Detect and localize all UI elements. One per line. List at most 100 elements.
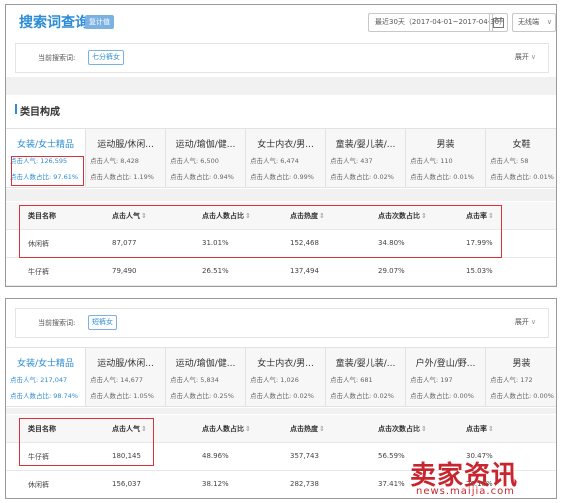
click-popularity: 点击人气: 6,500 [170, 157, 219, 165]
table-cell: 26.51% [202, 267, 229, 275]
category-panel-top: 搜索词查询 复计值 最近30天（2017-04-01~2017-04-30） 无… [5, 4, 557, 287]
click-popularity: 点击人气: 58 [490, 157, 529, 165]
category-name: 户外/登山/野... [415, 359, 476, 369]
table-cell: 31.01% [202, 239, 229, 247]
table-cell: 牛仔裤 [28, 453, 49, 461]
click-share: 点击人数占比: 1.19% [90, 173, 154, 181]
sort-icon[interactable]: ⇕ [488, 425, 494, 433]
click-popularity: 点击人气: 197 [410, 376, 453, 384]
click-share: 点击人数占比: 98.74% [10, 392, 79, 400]
category-name: 运动/瑜伽/健... [175, 359, 236, 369]
category-tab[interactable]: 女装/女士精品 点击人气: 126,595 点击人数占比: 97.61% [6, 129, 86, 187]
table-cell: 152,468 [290, 239, 319, 247]
category-tab[interactable]: 女士内衣/男... 点击人气: 1,026 点击人数占比: 0.02% [246, 348, 326, 406]
table-cell: 79,490 [112, 267, 137, 275]
table-cell: 87,077 [112, 239, 137, 247]
column-header[interactable]: 点击人数占比⇕ [202, 211, 251, 221]
table-cell: 137,494 [290, 267, 319, 275]
table-cell: 156,037 [112, 480, 141, 488]
category-tab[interactable]: 运动服/休闲... 点击人气: 8,428 点击人数占比: 1.19% [86, 129, 166, 187]
table-cell: 休闲裤 [28, 481, 49, 489]
table-header-row: 类目名称 点击人气⇕ 点击人数占比⇕ 点击热度⇕ 点击次数占比⇕ 点击率⇕ [6, 202, 556, 230]
table-cell: 282,738 [290, 480, 319, 488]
terminal-value: 无线端 [518, 18, 539, 26]
click-popularity: 点击人气: 1,026 [250, 376, 299, 384]
column-header[interactable]: 点击人气⇕ [112, 424, 147, 434]
sort-icon[interactable]: ⇕ [319, 212, 325, 220]
category-tab[interactable]: 女鞋点击人气: 58 点击人数占比: 0.01% [486, 129, 556, 187]
header-bar: 搜索词查询 复计值 最近30天（2017-04-01~2017-04-30） 无… [6, 5, 556, 39]
current-search-bar: 当前搜索词: 七分裤女 展开 ∨ [15, 43, 549, 73]
expand-toggle[interactable]: 展开 ∨ [515, 317, 536, 327]
category-name: 男装 [436, 140, 455, 150]
category-name: 女装/女士精品 [16, 140, 75, 150]
column-header[interactable]: 点击热度⇕ [290, 424, 325, 434]
search-term[interactable]: 七分裤女 [88, 50, 124, 65]
category-tab[interactable]: 运动/瑜伽/健... 点击人气: 5,834 点击人数占比: 0.25% [166, 348, 246, 406]
chevron-down-icon: ∨ [530, 318, 536, 326]
click-share: 点击人数占比: 0.01% [490, 173, 554, 181]
category-tab[interactable]: 运动/瑜伽/健... 点击人气: 6,500 点击人数占比: 0.94% [166, 129, 246, 187]
table-cell: 牛仔裤 [28, 268, 49, 276]
expand-toggle[interactable]: 展开 ∨ [515, 52, 536, 62]
table-cell: 38.12% [202, 480, 229, 488]
column-header[interactable]: 点击次数占比⇕ [378, 424, 427, 434]
category-name: 童装/婴儿装/... [335, 359, 396, 369]
category-tab[interactable]: 户外/登山/野... 点击人气: 197 点击人数占比: 0.00% [406, 348, 486, 406]
table-cell: 357,743 [290, 452, 319, 460]
section-title: 类目构成 [15, 103, 60, 118]
sort-icon[interactable]: ⇕ [245, 212, 251, 220]
table-cell: 休闲裤 [28, 240, 49, 248]
category-name: 运动/瑜伽/健... [175, 140, 236, 150]
current-search-bar: 当前搜索词: 短裤女 展开 ∨ [15, 308, 549, 338]
category-tab[interactable]: 童装/婴儿装/... 点击人气: 437 点击人数占比: 0.02% [326, 129, 406, 187]
category-name: 运动服/休闲... [97, 140, 154, 150]
sort-icon[interactable]: ⇕ [141, 212, 147, 220]
click-share: 点击人数占比: 0.02% [250, 392, 314, 400]
click-popularity: 点击人气: 172 [490, 376, 533, 384]
click-popularity: 点击人气: 217,047 [10, 376, 68, 384]
category-tab[interactable]: 运动服/休闲... 点击人气: 14,677 点击人数占比: 1.05% [86, 348, 166, 406]
calendar-button[interactable] [489, 13, 508, 32]
table-row[interactable]: 牛仔裤 79,490 26.51% 137,494 29.07% 15.03% [6, 258, 556, 286]
column-header[interactable]: 点击次数占比⇕ [378, 211, 427, 221]
sort-icon[interactable]: ⇕ [141, 425, 147, 433]
search-label: 当前搜索词: [38, 319, 76, 327]
search-term[interactable]: 短裤女 [88, 315, 117, 330]
click-share: 点击人数占比: 0.94% [170, 173, 234, 181]
table-cell: 15.03% [466, 267, 493, 275]
search-label: 当前搜索词: [38, 54, 76, 62]
column-header[interactable]: 点击人气⇕ [112, 211, 147, 221]
sort-icon[interactable]: ⇕ [245, 425, 251, 433]
category-tab[interactable]: 男装 点击人气: 110 点击人数占比: 0.01% [406, 129, 486, 187]
click-share: 点击人数占比: 0.99% [250, 173, 314, 181]
click-popularity: 点击人气: 681 [330, 376, 373, 384]
category-tab[interactable]: 女装/女士精品 点击人气: 217,047 点击人数占比: 98.74% [6, 348, 86, 406]
category-name: 男装 [512, 359, 531, 369]
table-cell: 34.80% [378, 239, 405, 247]
date-range-select[interactable]: 最近30天（2017-04-01~2017-04-30） [368, 13, 506, 32]
category-tab[interactable]: 女士内衣/男... 点击人气: 6,474 点击人数占比: 0.99% [246, 129, 326, 187]
column-header[interactable]: 点击率⇕ [466, 424, 494, 434]
value-tag: 复计值 [85, 15, 114, 29]
column-header[interactable]: 点击热度⇕ [290, 211, 325, 221]
sort-icon[interactable]: ⇕ [421, 425, 427, 433]
category-tab[interactable]: 童装/婴儿装/... 点击人气: 681 点击人数占比: 0.02% [326, 348, 406, 406]
click-popularity: 点击人气: 14,677 [90, 376, 143, 384]
table-cell: 17.99% [466, 239, 493, 247]
table-row[interactable]: 休闲裤 87,077 31.01% 152,468 34.80% 17.99% [6, 230, 556, 258]
column-header[interactable]: 点击人数占比⇕ [202, 424, 251, 434]
table-cell: 180,145 [112, 452, 141, 460]
sort-icon[interactable]: ⇕ [488, 212, 494, 220]
column-header: 类目名称 [28, 425, 56, 433]
category-name: 女鞋 [512, 140, 531, 150]
click-popularity: 点击人气: 110 [410, 157, 453, 165]
column-header[interactable]: 点击率⇕ [466, 211, 494, 221]
column-header: 类目名称 [28, 212, 56, 220]
sort-icon[interactable]: ⇕ [421, 212, 427, 220]
click-share: 点击人数占比: 0.02% [330, 392, 394, 400]
category-tab[interactable]: 男装 点击人气: 172 点击人数占比: 0.00% [486, 348, 556, 406]
table-cell: 29.07% [378, 267, 405, 275]
sort-icon[interactable]: ⇕ [319, 425, 325, 433]
terminal-select[interactable]: 无线端 ∨ [512, 13, 556, 32]
